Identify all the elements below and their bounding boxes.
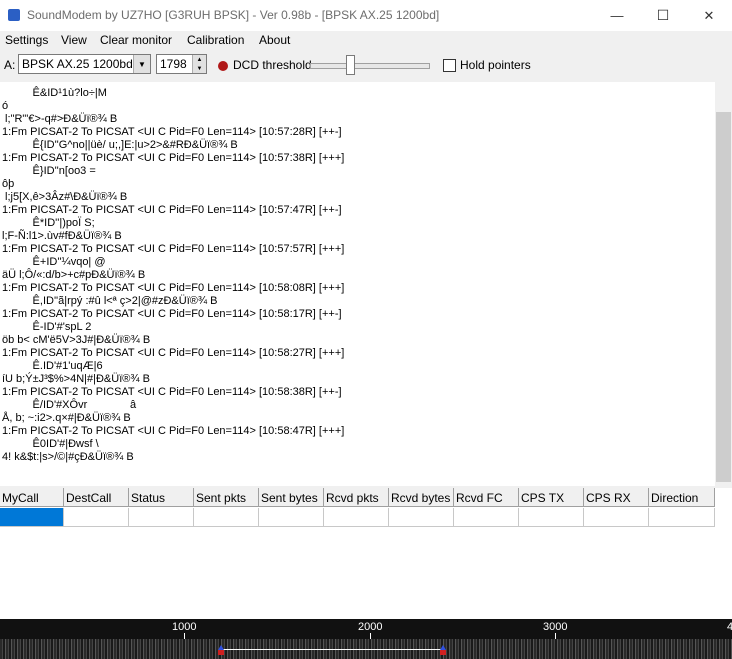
waterfall-tick-mark: [184, 633, 185, 639]
menu-about[interactable]: About: [259, 33, 290, 47]
monitor-line: Ê}ID''n[oo3 =: [2, 165, 96, 177]
menu-view[interactable]: View: [61, 33, 87, 47]
waterfall-display[interactable]: 1000 2000 3000 4: [0, 619, 732, 659]
table-cell[interactable]: [194, 508, 259, 527]
table-cell[interactable]: [129, 508, 194, 527]
monitor-line: ôþ: [2, 178, 15, 190]
channel-label: A:: [4, 58, 16, 72]
monitor-line: 1:Fm PICSAT-2 To PICSAT <UI C Pid=F0 Len…: [2, 126, 342, 138]
monitor-line: Å, b; ~:i2>.q×#|Ð&Üï®¾ B: [2, 412, 131, 424]
column-header[interactable]: Sent pkts: [194, 488, 259, 507]
monitor-line: Ê&ID¹1ù?lo÷|M: [2, 87, 107, 99]
slider-track: [310, 63, 430, 69]
column-header[interactable]: Sent bytes: [259, 488, 324, 507]
column-header[interactable]: Direction: [649, 488, 715, 507]
table-cell[interactable]: [519, 508, 584, 527]
table-cell[interactable]: [324, 508, 389, 527]
column-header[interactable]: Rcvd pkts: [324, 488, 389, 507]
menu-clear-monitor[interactable]: Clear monitor: [100, 33, 172, 47]
title-bar: SoundModem by UZ7HO [G3RUH BPSK] - Ver 0…: [0, 0, 732, 31]
monitor-line: 1:Fm PICSAT-2 To PICSAT <UI C Pid=F0 Len…: [2, 425, 345, 437]
monitor-line: 1:Fm PICSAT-2 To PICSAT <UI C Pid=F0 Len…: [2, 308, 342, 320]
monitor-line: Ê+ID''¼vqo| @: [2, 256, 106, 268]
monitor-line: 4! k&$t:|s>/©|#çÐ&Üï®¾ B: [2, 451, 134, 463]
maximize-button[interactable]: ☐: [640, 0, 686, 31]
column-header[interactable]: MyCall: [0, 488, 64, 507]
toolbar: A: BPSK AX.25 1200bd ▼ 1798 ▲ ▼ DCD thre…: [0, 51, 732, 80]
monitor-line: Ê0ID'#|Ðwsf \: [2, 438, 99, 450]
monitor-line: Ê*ID''|)poÏ S;: [2, 217, 95, 229]
table-cell[interactable]: [389, 508, 454, 527]
frequency-spinner[interactable]: 1798 ▲ ▼: [156, 54, 207, 74]
app-icon: [8, 9, 20, 21]
monitor-line: l;F-Ñ:l1>.ùv#fÐ&Üï®¾ B: [2, 230, 122, 242]
stations-table: MyCall DestCall Status Sent pkts Sent bytes R…: [0, 488, 732, 619]
column-header[interactable]: Rcvd FC: [454, 488, 519, 507]
left-marker-icon[interactable]: [218, 645, 224, 655]
monitor-text-area[interactable]: Ê&ID¹1ù?lo÷|M ó l;"R"'€>-q#>Ð&Üï®¾ B 1:Fm …: [0, 82, 715, 486]
menu-settings[interactable]: Settings: [5, 33, 48, 47]
waterfall-tick-mark: [555, 633, 556, 639]
monitor-line: Ê-ID'#'spL 2: [2, 321, 92, 333]
chevron-down-icon[interactable]: ▼: [133, 55, 150, 73]
column-header[interactable]: Status: [129, 488, 194, 507]
scrollbar-thumb[interactable]: [716, 112, 731, 482]
spinner-buttons: ▲ ▼: [192, 55, 206, 73]
table-cell[interactable]: [584, 508, 649, 527]
monitor-line: öb b< cM'ë5V>3J#|Ð&Üï®¾ B: [2, 334, 151, 346]
waterfall-tick-1000: 1000: [172, 621, 197, 633]
column-header[interactable]: DestCall: [64, 488, 129, 507]
table-cell[interactable]: [454, 508, 519, 527]
monitor-line: Ê,ID''ã|rpý :#û l<ª ç>2|@#zÐ&Üï®¾ B: [2, 295, 218, 307]
menu-bar: Settings View Clear monitor Calibration …: [0, 31, 732, 51]
monitor-line: l;j5[X,ê>3Âz#\Ð&Üï®¾ B: [2, 191, 128, 203]
monitor-line: Ê{ID''G^no||üè/ u;,]E:|u>2>&#RÐ&Üï®¾ B: [2, 139, 238, 151]
monitor-line: 1:Fm PICSAT-2 To PICSAT <UI C Pid=F0 Len…: [2, 243, 345, 255]
monitor-line: l;"R"'€>-q#>Ð&Üï®¾ B: [2, 113, 118, 125]
minimize-button[interactable]: —: [594, 0, 640, 31]
frequency-value: 1798: [160, 57, 187, 71]
table-cell[interactable]: [0, 508, 64, 527]
monitor-line: ó: [2, 100, 9, 112]
waterfall-tick-2000: 2000: [358, 621, 383, 633]
slider-thumb[interactable]: [346, 55, 355, 75]
right-marker-icon[interactable]: [440, 645, 446, 655]
column-header[interactable]: CPS TX: [519, 488, 584, 507]
monitor-line: 1:Fm PICSAT-2 To PICSAT <UI C Pid=F0 Len…: [2, 204, 342, 216]
table-cell[interactable]: [64, 508, 129, 527]
monitor-line: 1:Fm PICSAT-2 To PICSAT <UI C Pid=F0 Len…: [2, 152, 345, 164]
waterfall-tick-4000: 4: [727, 621, 732, 633]
monitor-line: Ê.ID'#1'uqÆ|6: [2, 360, 103, 372]
hold-pointers-checkbox[interactable]: [443, 59, 456, 72]
waterfall-tick-3000: 3000: [543, 621, 568, 633]
table-cell[interactable]: [649, 508, 715, 527]
window-title: SoundModem by UZ7HO [G3RUH BPSK] - Ver 0…: [27, 8, 440, 22]
bandwidth-line: [221, 649, 443, 650]
monitor-line: íU b;Ý±J³$%>4N|#|Ð&Üï®¾ B: [2, 373, 150, 385]
monitor-line: 1:Fm PICSAT-2 To PICSAT <UI C Pid=F0 Len…: [2, 347, 345, 359]
modem-select-value: BPSK AX.25 1200bd: [22, 57, 133, 71]
hold-pointers-label: Hold pointers: [460, 58, 531, 72]
dcd-threshold-slider[interactable]: [310, 55, 430, 77]
monitor-line: äÜ l;Ô/«:d/b>+c#pÐ&Üï®¾ B: [2, 269, 146, 281]
dcd-threshold-label: DCD threshold: [233, 58, 312, 72]
monitor-line: 1:Fm PICSAT-2 To PICSAT <UI C Pid=F0 Len…: [2, 386, 342, 398]
spin-up-icon[interactable]: ▲: [193, 55, 206, 64]
close-button[interactable]: ✕: [686, 0, 732, 31]
column-header[interactable]: Rcvd bytes: [389, 488, 454, 507]
modem-select[interactable]: BPSK AX.25 1200bd ▼: [18, 54, 151, 74]
table-cell[interactable]: [259, 508, 324, 527]
monitor-scrollbar[interactable]: [715, 82, 732, 486]
monitor-line: 1:Fm PICSAT-2 To PICSAT <UI C Pid=F0 Len…: [2, 282, 345, 294]
waterfall-tick-mark: [370, 633, 371, 639]
menu-calibration[interactable]: Calibration: [187, 33, 244, 47]
spin-down-icon[interactable]: ▼: [193, 64, 206, 73]
column-header[interactable]: CPS RX: [584, 488, 649, 507]
monitor-line: Ê/ID'#XÔvr â: [2, 399, 137, 411]
dcd-led-icon: [218, 61, 228, 71]
